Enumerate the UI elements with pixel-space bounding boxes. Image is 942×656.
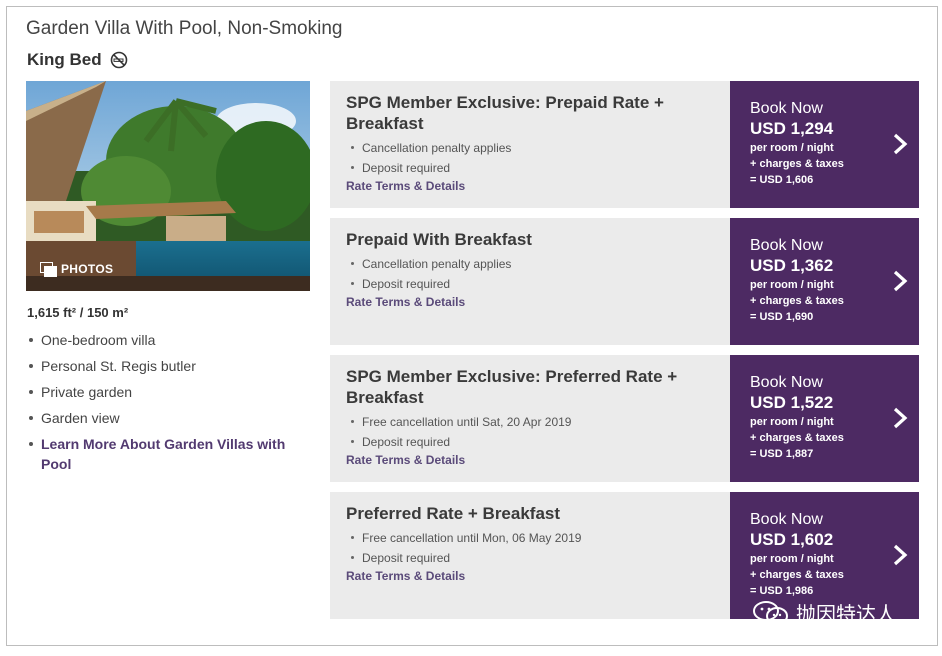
watermark: 抛因特达人 xyxy=(752,598,896,627)
book-now-button[interactable]: Book Now USD 1,522 per room / night + ch… xyxy=(730,355,919,482)
rate-price: USD 1,294 xyxy=(750,119,834,138)
rate-condition: Free cancellation until Sat, 20 Apr 2019 xyxy=(346,413,726,433)
rate-conditions: Cancellation penalty applies Deposit req… xyxy=(346,139,726,179)
price-unit: per room / night xyxy=(750,142,834,154)
price-charges: + charges & taxes xyxy=(750,432,844,444)
rate-name: SPG Member Exclusive: Preferred Rate + B… xyxy=(346,367,678,407)
bed-type: King Bed xyxy=(27,50,102,69)
learn-more-link[interactable]: Learn More About Garden Villas with Pool xyxy=(41,434,301,474)
rate-info: Prepaid With Breakfast Cancellation pena… xyxy=(346,229,726,309)
chevron-right-icon xyxy=(893,544,908,566)
wechat-icon xyxy=(753,600,788,625)
rate-condition: Deposit required xyxy=(346,433,726,453)
price-total: = USD 1,690 xyxy=(750,311,814,323)
list-bullet xyxy=(29,442,33,446)
book-now-label: Book Now xyxy=(750,100,823,117)
rate-condition: Deposit required xyxy=(346,549,726,569)
feature-item: Garden view xyxy=(27,408,196,434)
rate-condition: Free cancellation until Mon, 06 May 2019 xyxy=(346,529,726,549)
rate-info: SPG Member Exclusive: Prepaid Rate + Bre… xyxy=(346,92,726,193)
rate-option: SPG Member Exclusive: Prepaid Rate + Bre… xyxy=(330,81,919,208)
rate-option: Prepaid With Breakfast Cancellation pena… xyxy=(330,218,919,345)
price-total: = USD 1,887 xyxy=(750,448,814,460)
price-total: = USD 1,986 xyxy=(750,585,814,597)
rate-condition: Cancellation penalty applies xyxy=(346,255,726,275)
book-now-button[interactable]: Book Now USD 1,362 per room / night + ch… xyxy=(730,218,919,345)
rate-name: Prepaid With Breakfast xyxy=(346,230,532,249)
rate-price: USD 1,362 xyxy=(750,256,834,275)
feature-item: Private garden xyxy=(27,382,196,408)
rate-conditions: Free cancellation until Mon, 06 May 2019… xyxy=(346,529,726,569)
price-charges: + charges & taxes xyxy=(750,569,844,581)
rate-terms-link[interactable]: Rate Terms & Details xyxy=(346,295,726,309)
rate-terms-link[interactable]: Rate Terms & Details xyxy=(346,569,726,583)
rate-price: USD 1,602 xyxy=(750,530,834,549)
room-photo[interactable] xyxy=(26,81,310,291)
rate-price: USD 1,522 xyxy=(750,393,834,412)
rate-info: SPG Member Exclusive: Preferred Rate + B… xyxy=(346,366,726,467)
price-total: = USD 1,606 xyxy=(750,174,814,186)
book-now-label: Book Now xyxy=(750,511,823,528)
book-now-button[interactable]: Book Now USD 1,294 per room / night + ch… xyxy=(730,81,919,208)
photos-label: PHOTOS xyxy=(61,262,114,276)
book-now-label: Book Now xyxy=(750,237,823,254)
no-smoking-icon xyxy=(110,51,127,69)
room-size: 1,615 ft² / 150 m² xyxy=(27,305,129,320)
photos-icon xyxy=(40,262,57,277)
rate-terms-link[interactable]: Rate Terms & Details xyxy=(346,453,726,467)
chevron-right-icon xyxy=(893,133,908,155)
chevron-right-icon xyxy=(893,270,908,292)
rate-option: SPG Member Exclusive: Preferred Rate + B… xyxy=(330,355,919,482)
price-charges: + charges & taxes xyxy=(750,158,844,170)
photos-button[interactable]: PHOTOS xyxy=(40,262,114,277)
bed-row: King Bed xyxy=(27,50,128,70)
rate-name: SPG Member Exclusive: Prepaid Rate + Bre… xyxy=(346,93,664,133)
feature-list: One-bedroom villa Personal St. Regis but… xyxy=(27,330,196,434)
rate-condition: Deposit required xyxy=(346,275,726,295)
rate-name: Preferred Rate + Breakfast xyxy=(346,504,561,523)
rate-terms-link[interactable]: Rate Terms & Details xyxy=(346,179,726,193)
book-now-label: Book Now xyxy=(750,374,823,391)
feature-item: Personal St. Regis butler xyxy=(27,356,196,382)
room-title: Garden Villa With Pool, Non-Smoking xyxy=(26,18,343,39)
feature-item: One-bedroom villa xyxy=(27,330,196,356)
rate-conditions: Cancellation penalty applies Deposit req… xyxy=(346,255,726,295)
villa-image xyxy=(26,81,310,291)
price-unit: per room / night xyxy=(750,416,834,428)
price-charges: + charges & taxes xyxy=(750,295,844,307)
price-unit: per room / night xyxy=(750,553,834,565)
price-unit: per room / night xyxy=(750,279,834,291)
rate-condition: Deposit required xyxy=(346,159,726,179)
rate-conditions: Free cancellation until Sat, 20 Apr 2019… xyxy=(346,413,726,453)
rate-info: Preferred Rate + Breakfast Free cancella… xyxy=(346,503,726,583)
chevron-right-icon xyxy=(893,407,908,429)
rate-condition: Cancellation penalty applies xyxy=(346,139,726,159)
watermark-text: 抛因特达人 xyxy=(796,604,896,626)
